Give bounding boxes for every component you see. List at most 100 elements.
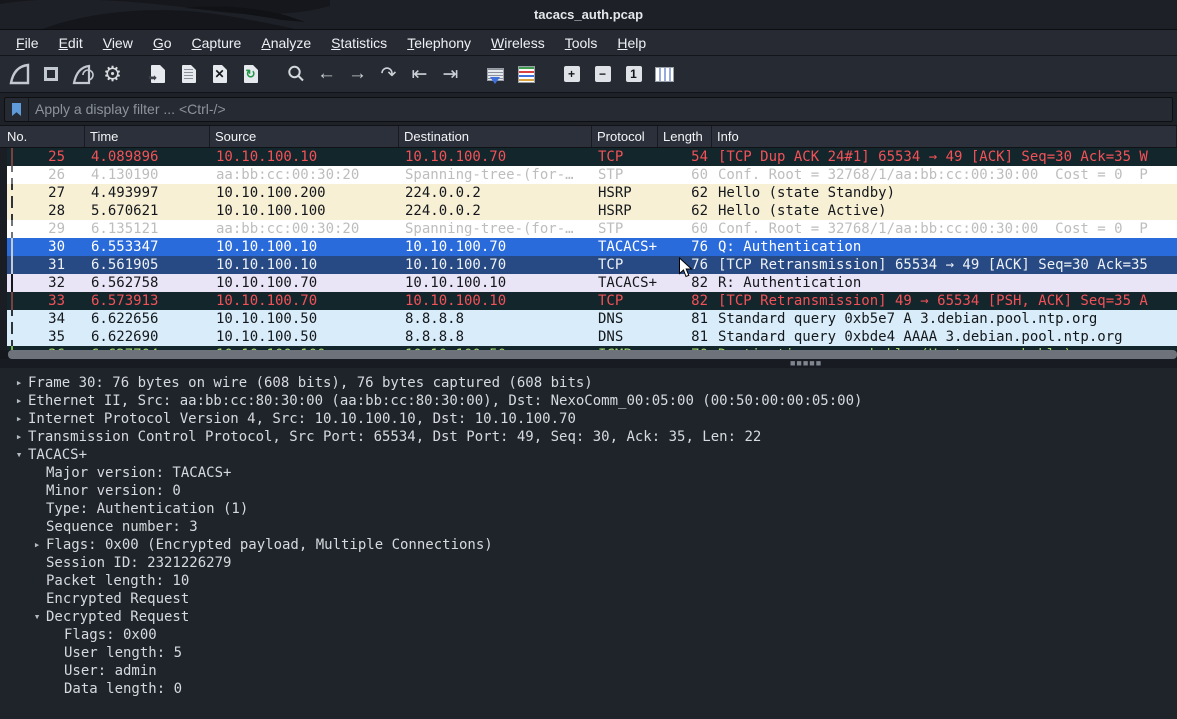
- conversation-gutter-line: [11, 274, 13, 292]
- packet-row[interactable]: 306.55334710.10.100.1010.10.100.70TACACS…: [7, 238, 1177, 256]
- packet-row[interactable]: 254.08989610.10.100.1010.10.100.70TCP54[…: [7, 148, 1177, 166]
- detail-line[interactable]: Data length: 0: [0, 680, 1177, 698]
- column-header-protocol[interactable]: Protocol: [592, 126, 658, 147]
- packet-cell-length: 60: [658, 166, 712, 184]
- start-capture-button[interactable]: [4, 60, 35, 88]
- kali-dragon-logo: [0, 0, 420, 30]
- colorize-button[interactable]: [511, 60, 542, 88]
- go-forward-button[interactable]: →: [342, 60, 373, 88]
- detail-line[interactable]: ▸Frame 30: 76 bytes on wire (608 bits), …: [0, 374, 1177, 392]
- pane-splitter[interactable]: ■■■■■: [0, 359, 1177, 368]
- detail-text: Packet length: 10: [46, 572, 189, 590]
- close-file-button[interactable]: ✕: [204, 60, 235, 88]
- go-back-button[interactable]: ←: [311, 60, 342, 88]
- menu-tools[interactable]: Tools: [555, 33, 608, 53]
- zoom-original-button[interactable]: 1: [618, 60, 649, 88]
- menu-telephony[interactable]: Telephony: [397, 33, 481, 53]
- detail-line[interactable]: ▸Flags: 0x00 (Encrypted payload, Multipl…: [0, 536, 1177, 554]
- save-file-button[interactable]: [173, 60, 204, 88]
- find-packet-icon: [286, 64, 306, 84]
- conversation-gutter-line: [11, 238, 13, 256]
- horizontal-scrollbar-thumb[interactable]: [8, 350, 1177, 359]
- go-last-button[interactable]: ⇥: [435, 60, 466, 88]
- expand-right-icon[interactable]: ▸: [28, 536, 46, 554]
- open-file-button[interactable]: ➥: [142, 60, 173, 88]
- packet-cell-no: 34: [7, 310, 85, 328]
- packet-row[interactable]: 296.135121aa:bb:cc:00:30:20Spanning-tree…: [7, 220, 1177, 238]
- detail-line[interactable]: Session ID: 2321226279: [0, 554, 1177, 572]
- expand-down-icon[interactable]: ▾: [28, 608, 46, 626]
- zoom-out-button[interactable]: −: [587, 60, 618, 88]
- conversation-gutter-line: [11, 184, 13, 202]
- packet-cell-time: 6.622690: [85, 328, 210, 346]
- menu-wireless[interactable]: Wireless: [481, 33, 555, 53]
- detail-indent-spacer: [28, 464, 46, 482]
- capture-options-button[interactable]: ⚙: [97, 60, 128, 88]
- detail-line[interactable]: ▾Decrypted Request: [0, 608, 1177, 626]
- column-header-info[interactable]: Info: [712, 126, 1177, 147]
- detail-line[interactable]: Packet length: 10: [0, 572, 1177, 590]
- expand-right-icon[interactable]: ▸: [10, 428, 28, 446]
- restart-capture-button[interactable]: [66, 60, 97, 88]
- menu-file[interactable]: File: [6, 33, 49, 53]
- menu-statistics[interactable]: Statistics: [321, 33, 397, 53]
- expand-right-icon[interactable]: ▸: [10, 374, 28, 392]
- packet-row[interactable]: 346.62265610.10.100.508.8.8.8DNS81Standa…: [7, 310, 1177, 328]
- packet-row[interactable]: 356.62269010.10.100.508.8.8.8DNS81Standa…: [7, 328, 1177, 346]
- detail-indent-spacer: [28, 554, 46, 572]
- expand-down-icon[interactable]: ▾: [10, 446, 28, 464]
- packet-cell-info: Standard query 0xbde4 AAAA 3.debian.pool…: [712, 328, 1177, 346]
- packet-cell-info: Conf. Root = 32768/1/aa:bb:cc:00:30:00 C…: [712, 166, 1177, 184]
- column-header-source[interactable]: Source: [210, 126, 399, 147]
- detail-line[interactable]: User length: 5: [0, 644, 1177, 662]
- column-header-destination[interactable]: Destination: [399, 126, 592, 147]
- resize-columns-button[interactable]: [649, 60, 680, 88]
- detail-line[interactable]: Sequence number: 3: [0, 518, 1177, 536]
- packet-row[interactable]: 285.67062110.10.100.100224.0.0.2HSRP62He…: [7, 202, 1177, 220]
- detail-line[interactable]: ▾TACACS+: [0, 446, 1177, 464]
- find-packet-button[interactable]: [280, 60, 311, 88]
- column-header-no[interactable]: No.: [7, 126, 85, 147]
- detail-line[interactable]: ▸Transmission Control Protocol, Src Port…: [0, 428, 1177, 446]
- menu-view[interactable]: View: [93, 33, 143, 53]
- packet-row[interactable]: 274.49399710.10.100.200224.0.0.2HSRP62He…: [7, 184, 1177, 202]
- expand-right-icon[interactable]: ▸: [10, 410, 28, 428]
- menu-go[interactable]: Go: [143, 33, 182, 53]
- packet-row[interactable]: 264.130190aa:bb:cc:00:30:20Spanning-tree…: [7, 166, 1177, 184]
- go-first-button[interactable]: ⇤: [404, 60, 435, 88]
- detail-text: Sequence number: 3: [46, 518, 198, 536]
- packet-row[interactable]: 316.56190510.10.100.1010.10.100.70TCP76[…: [7, 256, 1177, 274]
- menu-edit[interactable]: Edit: [49, 33, 93, 53]
- detail-line[interactable]: ▸Ethernet II, Src: aa:bb:cc:80:30:00 (aa…: [0, 392, 1177, 410]
- detail-line[interactable]: Minor version: 0: [0, 482, 1177, 500]
- expand-right-icon[interactable]: ▸: [10, 392, 28, 410]
- detail-line[interactable]: Encrypted Request: [0, 590, 1177, 608]
- filter-bookmark-icon[interactable]: [5, 98, 29, 121]
- detail-line[interactable]: Major version: TACACS+: [0, 464, 1177, 482]
- display-filter-input[interactable]: [29, 101, 1172, 117]
- reload-file-button[interactable]: ↻: [235, 60, 266, 88]
- stop-capture-button[interactable]: [35, 60, 66, 88]
- detail-text: Internet Protocol Version 4, Src: 10.10.…: [28, 410, 576, 428]
- column-header-time[interactable]: Time: [85, 126, 210, 147]
- packet-cell-length: 76: [658, 256, 712, 274]
- packet-row[interactable]: 326.56275810.10.100.7010.10.100.10TACACS…: [7, 274, 1177, 292]
- go-to-packet-button[interactable]: ↷: [373, 60, 404, 88]
- detail-line[interactable]: Flags: 0x00: [0, 626, 1177, 644]
- zoom-in-button[interactable]: +: [556, 60, 587, 88]
- packet-cell-info: [TCP Retransmission] 65534 → 49 [ACK] Se…: [712, 256, 1177, 274]
- detail-line[interactable]: User: admin: [0, 662, 1177, 680]
- detail-line[interactable]: ▸Internet Protocol Version 4, Src: 10.10…: [0, 410, 1177, 428]
- menu-capture[interactable]: Capture: [182, 33, 252, 53]
- reload-file-icon: ↻: [244, 65, 258, 83]
- packet-cell-info: Hello (state Active): [712, 202, 1177, 220]
- display-filter-box[interactable]: [4, 97, 1173, 122]
- packet-row[interactable]: 336.57391310.10.100.7010.10.100.10TCP82[…: [7, 292, 1177, 310]
- column-header-length[interactable]: Length: [658, 126, 712, 147]
- menu-help[interactable]: Help: [607, 33, 656, 53]
- auto-scroll-button[interactable]: [480, 60, 511, 88]
- detail-line[interactable]: Type: Authentication (1): [0, 500, 1177, 518]
- packet-cell-info: Hello (state Standby): [712, 184, 1177, 202]
- horizontal-scrollbar[interactable]: [0, 350, 1177, 359]
- menu-analyze[interactable]: Analyze: [251, 33, 321, 53]
